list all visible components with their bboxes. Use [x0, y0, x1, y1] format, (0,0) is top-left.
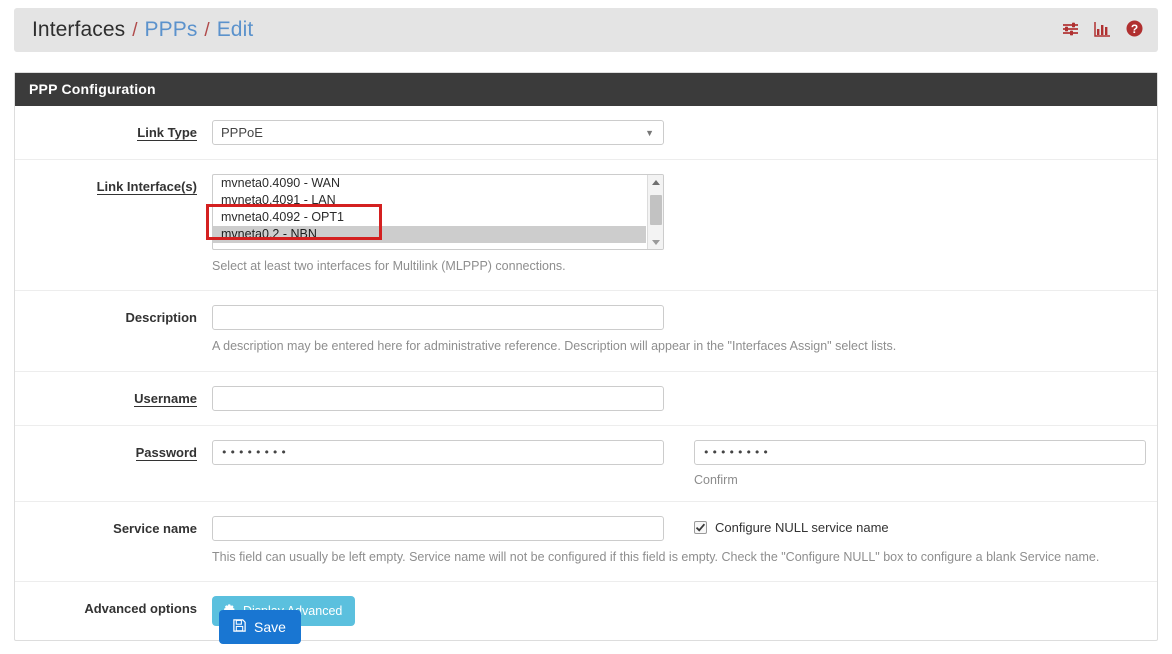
description-input[interactable] — [212, 305, 664, 331]
link-type-label-cell: Link Type — [15, 120, 212, 145]
form-row-password: Password Confirm — [15, 426, 1157, 502]
link-interfaces-label-cell: Link Interface(s) — [15, 174, 212, 276]
help-circle-icon[interactable]: ? — [1125, 19, 1144, 41]
scroll-down-arrow-icon[interactable] — [648, 235, 663, 249]
link-type-selected-value: PPPoE — [221, 125, 263, 140]
floppy-save-icon — [232, 618, 247, 636]
breadcrumb-separator-2: / — [204, 20, 210, 41]
username-label-cell: Username — [15, 386, 212, 411]
save-button-label: Save — [254, 619, 286, 635]
form-row-service-name: Service name Configure NULL service name… — [15, 502, 1157, 583]
form-row-username: Username — [15, 372, 1157, 426]
password-field-cell: Confirm — [212, 439, 1157, 487]
password-confirm-label: Confirm — [694, 472, 738, 487]
description-label: Description — [125, 310, 197, 326]
password-input[interactable] — [212, 439, 664, 465]
service-name-field-cell: Configure NULL service name This field c… — [212, 515, 1157, 567]
chevron-down-icon: ▼ — [645, 127, 654, 138]
password-label-cell: Password — [15, 440, 212, 487]
link-type-label: Link Type — [137, 125, 197, 142]
panel-body: Link Type PPPoE ▼ Link Interface(s) mvne… — [15, 106, 1157, 640]
configure-null-label: Configure NULL service name — [715, 519, 889, 535]
breadcrumb-item-ppps[interactable]: PPPs — [145, 18, 198, 42]
link-interfaces-listbox[interactable]: mvneta0.4090 - WAN mvneta0.4091 - LAN mv… — [212, 174, 664, 250]
link-interfaces-field-cell: mvneta0.4090 - WAN mvneta0.4091 - LAN mv… — [212, 174, 1157, 276]
listbox-scrollbar[interactable] — [647, 175, 663, 249]
description-help: A description may be entered here for ad… — [212, 339, 897, 354]
form-row-link-interfaces: Link Interface(s) mvneta0.4090 - WAN mvn… — [15, 160, 1157, 292]
bar-chart-icon[interactable] — [1093, 20, 1112, 41]
description-label-cell: Description — [15, 305, 212, 356]
link-type-select[interactable]: PPPoE ▼ — [212, 120, 664, 145]
form-row-link-type: Link Type PPPoE ▼ — [15, 106, 1157, 160]
svg-text:?: ? — [1131, 22, 1138, 36]
form-row-description: Description A description may be entered… — [15, 291, 1157, 372]
link-type-field-cell: PPPoE ▼ — [212, 120, 1157, 145]
list-item[interactable]: mvneta0.4092 - OPT1 — [213, 209, 646, 226]
link-interfaces-help: Select at least two interfaces for Multi… — [212, 259, 566, 273]
panel-title: PPP Configuration — [15, 73, 1157, 106]
service-name-input[interactable] — [212, 515, 664, 541]
header-icon-group: ? — [1061, 19, 1144, 41]
password-label: Password — [135, 444, 197, 462]
list-item[interactable]: mvneta0.4091 - LAN — [213, 192, 646, 209]
service-name-label-cell: Service name — [15, 516, 212, 567]
ppp-configuration-panel: PPP Configuration Link Type PPPoE ▼ Link… — [14, 72, 1158, 642]
check-icon — [695, 523, 706, 532]
configure-null-service-name-checkbox[interactable]: Configure NULL service name — [694, 520, 1143, 535]
breadcrumb-item-interfaces: Interfaces — [32, 18, 126, 41]
list-item[interactable]: mvneta0.4090 - WAN — [213, 175, 646, 192]
password-confirm-input[interactable] — [694, 439, 1146, 465]
breadcrumb: Interfaces / PPPs / Edit — [32, 18, 1061, 42]
checkbox-box[interactable] — [694, 520, 707, 534]
username-label: Username — [134, 390, 197, 408]
form-actions: Save — [14, 610, 1158, 644]
breadcrumb-separator-1: / — [132, 20, 138, 41]
sliders-icon[interactable] — [1061, 20, 1080, 41]
link-interfaces-label: Link Interface(s) — [96, 179, 197, 196]
service-name-label: Service name — [113, 520, 197, 536]
breadcrumb-item-edit[interactable]: Edit — [217, 18, 254, 42]
save-button[interactable]: Save — [219, 610, 301, 644]
username-input[interactable] — [212, 385, 664, 411]
service-name-help: This field can usually be left empty. Se… — [212, 549, 1100, 564]
list-item-selected[interactable]: mvneta0.2 - NBN — [213, 226, 646, 243]
listbox-options: mvneta0.4090 - WAN mvneta0.4091 - LAN mv… — [213, 175, 646, 243]
scrollbar-thumb[interactable] — [650, 195, 662, 225]
scroll-up-arrow-icon[interactable] — [648, 175, 663, 189]
breadcrumb-bar: Interfaces / PPPs / Edit ? — [14, 8, 1158, 52]
description-field-cell: A description may be entered here for ad… — [212, 305, 1157, 356]
username-field-cell — [212, 385, 1157, 411]
